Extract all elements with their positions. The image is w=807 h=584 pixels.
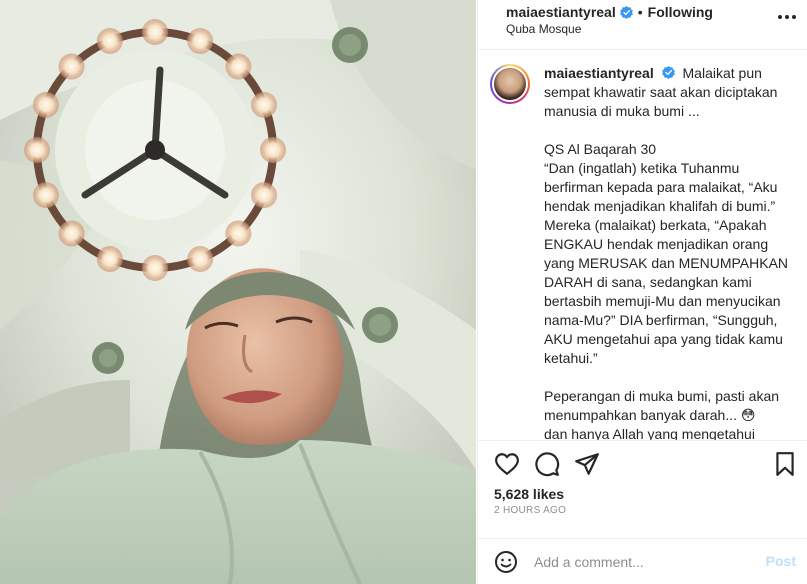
photo-illustration	[0, 0, 476, 584]
caption: maiaestiantyreal Malaikat pun sempat kha…	[544, 64, 796, 440]
chandelier-bulb	[32, 182, 59, 209]
post-details-panel: maiaestiantyreal • Following Quba Mosque…	[477, 0, 807, 584]
comment-icon[interactable]	[534, 451, 560, 477]
caption-line-1: maiaestiantyreal Malaikat pun sempat kha…	[544, 64, 796, 121]
emoji-icon[interactable]	[494, 550, 518, 574]
post-comment-button[interactable]: Post	[766, 553, 796, 569]
post-header: maiaestiantyreal • Following Quba Mosque	[478, 0, 807, 50]
more-dot	[792, 15, 796, 19]
caption-text: QS Al Baqarah 30	[544, 141, 657, 157]
chandelier-bulb	[187, 246, 214, 273]
post-timestamp[interactable]: 2 HOURS AGO	[494, 505, 566, 516]
likes-count[interactable]: 5,628 likes	[494, 486, 564, 502]
comment-input[interactable]	[534, 551, 754, 573]
chandelier-bulb	[142, 19, 168, 45]
action-bar: 5,628 likes 2 HOURS AGO	[478, 440, 807, 530]
post-photo[interactable]	[0, 0, 476, 584]
chandelier-bulb	[225, 53, 252, 80]
paper-plane-icon[interactable]	[574, 451, 600, 477]
more-dot	[778, 15, 782, 19]
comment-bar: Post	[478, 538, 807, 584]
chandelier-bulb	[58, 53, 85, 80]
chandelier-bulb	[58, 220, 85, 247]
chandelier-bulb	[251, 182, 278, 209]
post-header-row: maiaestiantyreal • Following	[506, 4, 713, 20]
caption-area: maiaestiantyreal Malaikat pun sempat kha…	[478, 50, 807, 440]
chandelier-bulb	[187, 27, 214, 54]
avatar[interactable]	[490, 64, 530, 104]
caption-username[interactable]: maiaestiantyreal	[544, 65, 654, 81]
chandelier-bulb	[96, 246, 123, 273]
chandelier-bulb	[225, 220, 252, 247]
chandelier-bulb	[96, 27, 123, 54]
avatar-image	[492, 66, 528, 102]
more-dot	[785, 15, 789, 19]
heart-icon[interactable]	[494, 451, 520, 477]
chandelier-bulb	[260, 137, 286, 163]
caption-text: Peperangan di muka bumi, pasti akan menu…	[544, 388, 780, 423]
post-location[interactable]: Quba Mosque	[506, 22, 581, 36]
caption-text: dan hanya Allah yang mengetahui maksudny…	[544, 426, 755, 440]
post-username[interactable]: maiaestiantyreal	[506, 4, 616, 20]
bookmark-icon[interactable]	[772, 451, 798, 477]
verified-badge-icon	[619, 5, 633, 19]
separator-dot: •	[637, 4, 643, 20]
chandelier-bulb	[142, 255, 168, 281]
chandelier-bulb	[251, 91, 278, 118]
caption-text: “Dan (ingatlah) ketika Tuhanmu berfirman…	[544, 160, 789, 366]
chandelier-bulb	[24, 137, 50, 163]
chandelier-bulb	[32, 91, 59, 118]
more-options-icon[interactable]	[776, 10, 798, 24]
verified-badge-icon	[661, 66, 675, 79]
following-button[interactable]: Following	[648, 4, 713, 20]
